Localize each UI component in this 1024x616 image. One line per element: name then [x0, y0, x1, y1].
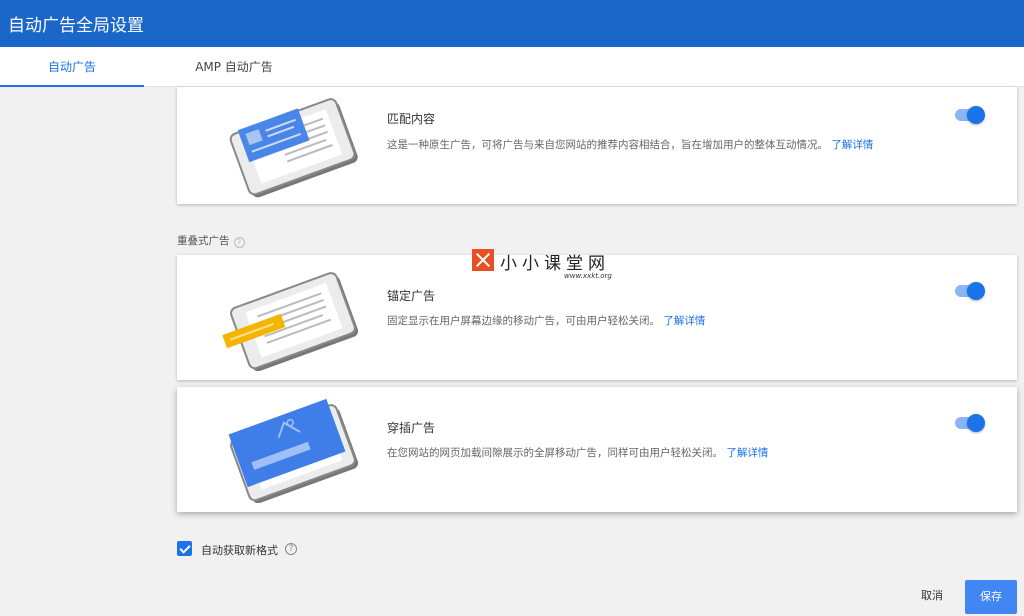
toggle-knob [967, 414, 985, 432]
anchor-ads-illustration-icon [222, 272, 359, 371]
tab-bar: 自动广告 AMP 自动广告 [0, 47, 1024, 87]
auto-format-checkbox[interactable] [177, 541, 192, 556]
matched-content-toggle[interactable] [953, 105, 985, 125]
card-title: 穿插广告 [387, 421, 436, 435]
matched-content-card: 匹配内容 这是一种原生广告，可将广告与来自您网站的推荐内容相结合，旨在增加用户的… [177, 87, 1017, 204]
page-title: 自动广告全局设置 [8, 16, 144, 36]
card-description: 在您网站的网页加载间隙展示的全屏移动广告，同样可由用户轻松关闭。 了解详情 [387, 445, 768, 460]
watermark-text: 小小课堂网 [500, 254, 610, 274]
save-button[interactable]: 保存 [965, 580, 1017, 614]
cancel-button[interactable]: 取消 [904, 580, 960, 612]
section-label-text: 重叠式广告 [177, 235, 230, 247]
matched-content-illustration-icon [229, 98, 358, 198]
tab-amp-auto-ads[interactable]: AMP 自动广告 [144, 47, 324, 87]
learn-more-link[interactable]: 了解详情 [663, 315, 705, 327]
anchor-ads-toggle[interactable] [953, 281, 985, 301]
card-description: 这是一种原生广告，可将广告与来自您网站的推荐内容相结合，旨在增加用户的整体互动情… [387, 137, 873, 152]
toggle-knob [967, 106, 985, 124]
card-description-text: 固定显示在用户屏幕边缘的移动广告，可由用户轻松关闭。 [387, 315, 660, 327]
card-description-text: 在您网站的网页加载间隙展示的全屏移动广告，同样可由用户轻松关闭。 [387, 447, 723, 459]
watermark: 小小课堂网 www.xxkt.org [472, 249, 622, 285]
card-description: 固定显示在用户屏幕边缘的移动广告，可由用户轻松关闭。 了解详情 [387, 313, 705, 328]
help-icon[interactable]: ? [233, 237, 245, 248]
tab-auto-ads-label: 自动广告 [47, 60, 96, 74]
app-header: 自动广告全局设置 [0, 0, 1024, 47]
card-title: 锚定广告 [387, 289, 436, 303]
vignette-ads-card: 穿插广告 在您网站的网页加载间隙展示的全屏移动广告，同样可由用户轻松关闭。 了解… [177, 387, 1017, 512]
watermark-url: www.xxkt.org [564, 272, 612, 280]
card-description-text: 这是一种原生广告，可将广告与来自您网站的推荐内容相结合，旨在增加用户的整体互动情… [387, 139, 828, 151]
tab-amp-auto-ads-label: AMP 自动广告 [195, 60, 273, 74]
overlay-ads-section-label: 重叠式广告? [177, 233, 245, 248]
vignette-ads-toggle[interactable] [953, 413, 985, 433]
tab-auto-ads[interactable]: 自动广告 [0, 47, 144, 87]
card-title: 匹配内容 [387, 112, 436, 126]
toggle-knob [967, 282, 985, 300]
watermark-logo-icon [472, 249, 494, 271]
vignette-ads-illustration-icon [228, 398, 359, 503]
left-sidebar [0, 87, 144, 616]
auto-format-label: 自动获取新格式 [201, 544, 278, 557]
learn-more-link[interactable]: 了解详情 [726, 447, 768, 459]
learn-more-link[interactable]: 了解详情 [831, 139, 873, 151]
help-icon[interactable]: ? [285, 543, 297, 555]
